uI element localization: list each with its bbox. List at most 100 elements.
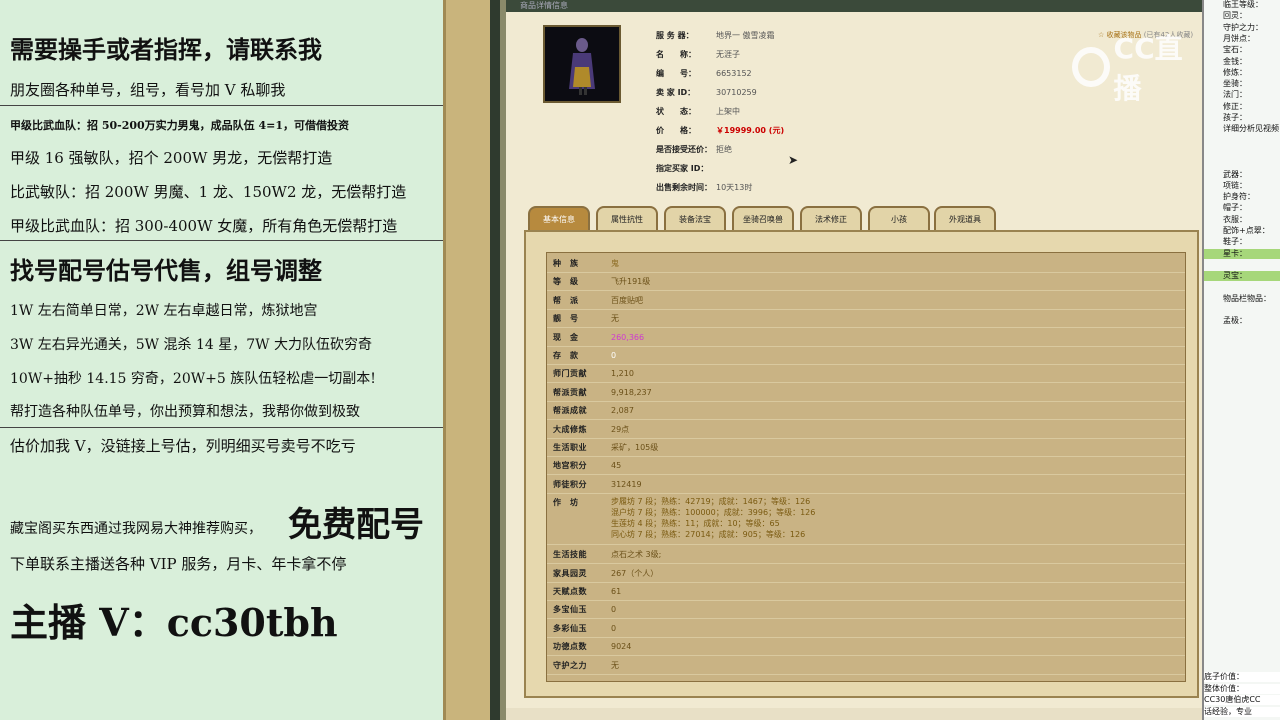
row-key: 多宝仙玉 bbox=[553, 605, 587, 615]
info-value: 30710259 bbox=[716, 88, 757, 97]
row-key: 存 款 bbox=[553, 351, 579, 360]
row-key: 帮派贡献 bbox=[553, 387, 587, 397]
info-row: 服 务 器： 地界一 傲雪凌霜 bbox=[656, 30, 775, 41]
divider bbox=[0, 105, 443, 106]
ad-line: 藏宝阁买东西通过我网易大神推荐购买， bbox=[10, 521, 262, 537]
table-row: 地宫积分 45 bbox=[547, 457, 1185, 476]
row-key: 多彩仙玉 bbox=[553, 623, 587, 633]
tab-0[interactable]: 基本信息 bbox=[528, 206, 590, 230]
table-row: 家具园灵 267（个人） bbox=[547, 565, 1185, 583]
workshop-line: 混户坊 7 段；熟练：100000；成就：3996；等级：126 bbox=[611, 508, 816, 518]
tab-1[interactable]: 属性抗性 bbox=[596, 206, 658, 230]
sheet-cell: 孩子： bbox=[1223, 113, 1247, 122]
row-value: 29点 bbox=[611, 424, 630, 434]
row-key: 生活技能 bbox=[553, 550, 587, 560]
star-icon: ☆ bbox=[1098, 31, 1105, 39]
row-value: 点石之术 3级; bbox=[611, 550, 662, 560]
stream-ad-panel: 需要操手或者指挥，请联系我 朋友圈各种单号，组号，看号加 V 私聊我 甲级比武血… bbox=[0, 0, 443, 720]
row-value: 1,210 bbox=[611, 369, 634, 379]
sheet-cell: 宝石： bbox=[1223, 45, 1247, 55]
tab-4[interactable]: 法术修正 bbox=[800, 206, 862, 230]
row-key: 大成修炼 bbox=[553, 424, 587, 434]
tab-5[interactable]: 小孩 bbox=[868, 206, 930, 230]
info-label: 出售剩余时间： bbox=[656, 183, 712, 192]
info-row: 价 格： ￥19999.00 (元) bbox=[656, 125, 784, 136]
table-row: 生活职业 采矿，105级 bbox=[547, 439, 1185, 457]
row-key: 等 级 bbox=[553, 277, 579, 287]
watermark-text: CC直播 bbox=[1113, 32, 1183, 105]
tab-3[interactable]: 坐骑召唤兽 bbox=[732, 206, 794, 230]
table-row: 等 级 飞升191级 bbox=[547, 273, 1185, 292]
sheet-row: 孟极： bbox=[1204, 316, 1280, 326]
info-value: 拒绝 bbox=[716, 145, 732, 154]
table-row: 帮派成就 2,087 bbox=[547, 402, 1185, 421]
row-value: 260,366 bbox=[611, 332, 645, 342]
ad-line: 10W+抽秒 14.15 穷奇，20W+5 族队伍轻松虐一切副本! bbox=[10, 371, 376, 387]
sheet-cell: 帽子： bbox=[1223, 203, 1247, 213]
ad-line: 估价加我 V，没链接上号估，列明细买号卖号不吃亏 bbox=[10, 437, 356, 455]
row-value: 267（个人） bbox=[611, 568, 659, 578]
price-value: ￥19999.00 (元) bbox=[716, 126, 785, 135]
row-key: 种 族 bbox=[553, 259, 579, 268]
workshop-line: 步履坊 7 段；熟练：42719；成就：1467；等级：126 bbox=[611, 497, 811, 507]
ad-line: 甲级 16 强敏队，招个 200W 男龙，无偿帮打造 bbox=[10, 149, 333, 167]
sheet-row: 临王等级： bbox=[1204, 0, 1280, 10]
window-frame bbox=[490, 0, 500, 720]
divider bbox=[0, 427, 443, 428]
sheet-cell: 项链： bbox=[1223, 180, 1247, 190]
sheet-cell: 孟极： bbox=[1223, 316, 1247, 326]
sheet-cell: 回灵： bbox=[1223, 11, 1247, 21]
character-avatar bbox=[543, 25, 621, 103]
window-footer bbox=[506, 708, 1202, 720]
row-key: 功德点数 bbox=[553, 642, 587, 652]
row-value: 采矿，105级 bbox=[611, 443, 659, 452]
info-value: 上架中 bbox=[716, 107, 740, 116]
tab-2[interactable]: 装备法宝 bbox=[664, 206, 726, 230]
sheet-cell: 临王等级： bbox=[1223, 0, 1263, 9]
row-value: 鬼 bbox=[611, 259, 619, 268]
workshop-line: 同心坊 7 段；熟练：27014；成就：905；等级：126 bbox=[611, 530, 806, 540]
table-row: 师徒积分 312419 bbox=[547, 476, 1185, 494]
table-row: 大成修炼 29点 bbox=[547, 421, 1185, 439]
row-value: 0 bbox=[611, 623, 617, 633]
info-row: 是否接受还价： 拒绝 bbox=[656, 144, 732, 155]
row-key: 师徒积分 bbox=[553, 479, 587, 489]
sheet-row: 帽子： bbox=[1204, 203, 1280, 213]
basic-info-panel: 种 族鬼等 级飞升191级帮 派百度贴吧靓 号无现 金 260,366 存 款 0 师门… bbox=[524, 230, 1199, 698]
ad-line: 比武敏队：招 200W 男魔、1 龙、150W2 龙，无偿帮打造 bbox=[10, 183, 407, 201]
sheet-row bbox=[1204, 305, 1280, 315]
sheet-row: 灵宝： bbox=[1204, 271, 1280, 282]
row-value: 9,918,237 bbox=[611, 387, 652, 397]
sheet-cell: 坐骑： bbox=[1223, 79, 1247, 89]
info-label: 名 称： bbox=[656, 50, 696, 59]
window-frame bbox=[443, 0, 490, 720]
ad-line: 下单联系主播送各种 VIP 服务，月卡、年卡拿不停 bbox=[10, 555, 347, 573]
workshop-line: 生莲坊 4 段；熟练：11；成就：10；等级：65 bbox=[611, 519, 780, 529]
sheet-cell: 灵宝： bbox=[1223, 271, 1247, 281]
sheet-row bbox=[1204, 158, 1280, 168]
sheet-row: 金钱： bbox=[1204, 57, 1280, 67]
cc-logo-icon bbox=[1072, 47, 1110, 87]
sheet-row: 物品栏物品： bbox=[1204, 294, 1280, 304]
table-row: 靓 号无 bbox=[547, 310, 1185, 329]
table-row: 现 金 260,366 bbox=[547, 329, 1185, 347]
sheet-summary-row: 话经验，专业 bbox=[1204, 706, 1280, 717]
info-value: 6653152 bbox=[716, 69, 752, 78]
sheet-row: 回灵： bbox=[1204, 11, 1280, 21]
row-key: 地宫积分 bbox=[553, 461, 587, 471]
info-row: 出售剩余时间： 10天13时 bbox=[656, 182, 752, 193]
sheet-cell: 星卡： bbox=[1223, 248, 1247, 258]
row-value: 无 bbox=[611, 314, 619, 324]
info-label: 编 号： bbox=[656, 69, 696, 78]
row-value: 飞升191级 bbox=[611, 277, 651, 287]
sheet-summary-row: CC30唐伯虎CC bbox=[1204, 695, 1280, 705]
sheet-row: 守护之力： bbox=[1204, 23, 1280, 33]
sheet-cell: 护身符： bbox=[1223, 192, 1255, 202]
row-value: 百度贴吧 bbox=[611, 295, 643, 305]
ad-line: 朋友圈各种单号，组号，看号加 V 私聊我 bbox=[10, 81, 286, 99]
row-key: 帮 派 bbox=[553, 295, 579, 305]
sheet-cell: 物品栏物品： bbox=[1223, 293, 1271, 303]
sheet-cell: 守护之力： bbox=[1223, 22, 1263, 32]
streamer-contact: 主播 V：cc30tbh bbox=[10, 600, 338, 645]
tab-6[interactable]: 外观道具 bbox=[934, 206, 996, 230]
